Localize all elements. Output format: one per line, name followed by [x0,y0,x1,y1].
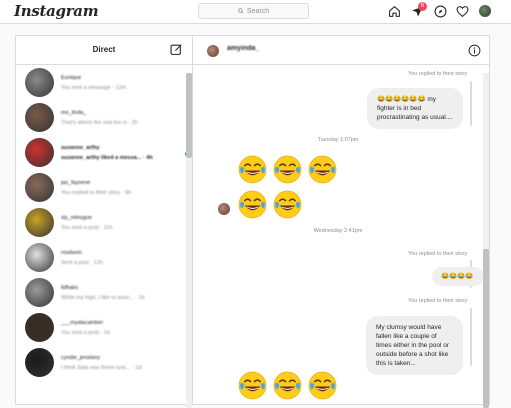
conversation-avatar [25,68,54,97]
conversation-preview: You sent a message · 12m [61,85,127,91]
laughing-emoji-icon [273,155,302,184]
conversation-preview: You replied to their story · 5h [61,190,132,196]
story-reply-bar [470,81,472,126]
conversation-item[interactable]: Eunique You sent a message · 12m [16,65,192,100]
laughing-emoji-icon [238,155,267,184]
conversation-avatar [25,138,54,167]
conversation-preview: I think Sala was these isns... · 1d [61,365,142,371]
message-bubble[interactable]: My clumsy would have fallen like a coupl… [366,316,463,375]
conversation-preview: While my high, I like to wast... · 1d [61,295,145,301]
conversation-sidebar: Direct Eunique You sent a message · 12m mo… [16,36,193,408]
search-placeholder: Search [246,7,270,15]
sender-avatar [218,203,230,215]
chat-header: amyinda_ [193,36,489,65]
search-icon [238,8,244,14]
direct-header: Direct [16,36,192,65]
direct-title: Direct [92,45,116,54]
conversation-item[interactable]: jas_faysene You replied to their story · … [16,170,192,205]
laughing-emoji-icon [238,371,267,400]
home-icon[interactable] [388,5,401,18]
chat-username[interactable]: amyinda_ [227,45,259,52]
conversation-item[interactable]: mo_linda_ That's where the real fun is · … [16,100,192,135]
chat-scroll-thumb[interactable] [483,249,489,408]
conversation-item[interactable]: ___myalacamber You sent a post · 1d [16,310,192,345]
conversation-preview: suzanne_arthy liked a messa... · 4h [61,155,153,161]
story-reply-label: You replied to their story [408,71,468,77]
laughing-emoji-icon [238,190,267,219]
story-reply-bar [470,308,472,366]
conversation-avatar [25,208,54,237]
conversation-preview: You sent a post · 1d [61,330,110,336]
conversation-item[interactable]: sly_mlnugue You sent a post · 11h [16,205,192,240]
profile-avatar[interactable] [479,5,491,17]
conversation-name: Eunique [61,75,82,81]
message-bubble[interactable]: 😂😂😂😂 [432,267,484,286]
explore-icon[interactable] [434,5,447,18]
conversation-preview: Sent a post · 12h [61,260,103,266]
chat-scrollbar[interactable] [483,73,489,408]
laughing-emoji-icon [273,190,302,219]
conversation-name: suzanne_arthy [61,145,100,151]
conversation-preview: That's where the real fun is · 2h [61,120,138,126]
conversation-item[interactable]: rosdavin Sent a post · 12h [16,240,192,275]
laughing-emoji-icon [273,371,302,400]
info-icon[interactable] [468,44,481,57]
conversation-avatar [25,278,54,307]
chat-area: amyinda_ You replied to their story 😂😂😂😂… [193,36,489,408]
conversation-avatar [25,348,54,377]
message-bubble[interactable]: 😂😂😂😂😂😂 my fighter is in bed procrastinat… [367,88,463,129]
conversation-name: ___myalacamber [61,320,104,326]
conversation-name: lidhaks [61,285,79,291]
activity-heart-icon[interactable] [456,5,469,18]
conversation-name: cyndie_jenslany [61,355,101,361]
conversation-avatar [25,243,54,272]
story-reply-label: You replied to their story [408,298,468,304]
message-emojis: 😂😂😂😂😂😂 [377,96,426,103]
sidebar-scrollbar[interactable] [186,73,192,408]
direct-panel: Direct Eunique You sent a message · 12m mo… [15,35,490,408]
instagram-logo[interactable]: Instagram [14,2,99,20]
conversation-list: Eunique You sent a message · 12m mo_linda_… [16,65,192,380]
conversation-name: jas_faysene [61,180,91,186]
chat-user-avatar[interactable] [207,45,219,57]
conversation-name: sly_mlnugue [61,215,92,221]
search-box[interactable]: Search [198,3,309,19]
story-reply-label: You replied to their story [408,251,468,257]
conversation-item[interactable]: lidhaks While my high, I like to wast... … [16,275,192,310]
timestamp: Wednesday 2:41pm [313,228,363,234]
conversation-name: rosdavin [61,250,82,256]
conversation-avatar [25,173,54,202]
conversation-avatar [25,313,54,342]
timestamp: Tuesday 1:07pm [317,137,359,143]
top-navigation: Instagram Search 6 [0,0,511,24]
new-message-icon[interactable] [170,43,183,56]
conversation-name: mo_linda_ [61,110,87,116]
laughing-emoji-icon [308,371,337,400]
conversation-item[interactable]: cyndie_jenslany I think Sala was these is… [16,345,192,380]
notification-badge: 6 [418,2,427,11]
sidebar-scroll-thumb[interactable] [186,73,192,158]
conversation-item[interactable]: suzanne_arthy suzanne_arthy liked a messa… [16,135,192,170]
laughing-emoji-icon [308,155,337,184]
conversation-avatar [25,103,54,132]
conversation-preview: You sent a post · 11h [61,225,113,231]
